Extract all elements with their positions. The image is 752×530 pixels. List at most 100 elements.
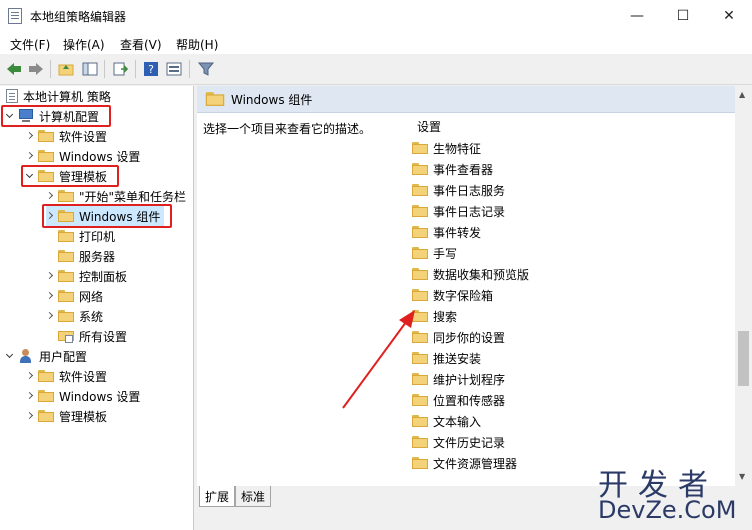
scroll-down-icon[interactable]: ▼: [739, 472, 745, 481]
menu-help[interactable]: 帮助(H): [176, 36, 218, 53]
folder-icon: [38, 390, 54, 402]
annotation-arrow: [342, 310, 415, 409]
folder-icon: [412, 142, 428, 154]
folder-icon: [412, 163, 428, 175]
user-icon: [18, 349, 34, 363]
list-item[interactable]: 文本输入: [412, 411, 481, 431]
tree-network[interactable]: 网络: [46, 286, 103, 306]
forward-arrow-icon[interactable]: [27, 60, 45, 78]
list-item[interactable]: 事件转发: [412, 222, 481, 242]
maximize-button[interactable]: ☐: [660, 0, 706, 32]
folder-icon: [38, 170, 54, 182]
folder-icon: [412, 205, 428, 217]
chevron-right-icon[interactable]: [46, 212, 54, 220]
folder-icon: [38, 150, 54, 162]
menu-file[interactable]: 文件(F): [10, 36, 50, 53]
computer-icon: [18, 109, 34, 123]
tree-user-software-settings[interactable]: 软件设置: [26, 366, 107, 386]
folder-icon: [412, 457, 428, 469]
tree-user-config[interactable]: 用户配置: [6, 346, 87, 366]
tree-user-admin-templates[interactable]: 管理模板: [26, 406, 107, 426]
chevron-right-icon[interactable]: [26, 392, 34, 400]
folder-icon: [58, 190, 74, 202]
tree-printers[interactable]: 打印机: [46, 226, 115, 246]
tree-start-menu[interactable]: "开始"菜单和任务栏: [46, 186, 186, 206]
vertical-scrollbar[interactable]: ▲ ▼: [735, 86, 752, 486]
tree-root[interactable]: 本地计算机 策略: [6, 86, 111, 106]
tree-control-panel[interactable]: 控制面板: [46, 266, 127, 286]
tab-standard[interactable]: 标准: [235, 486, 272, 507]
properties-icon[interactable]: [165, 60, 183, 78]
chevron-right-icon[interactable]: [26, 132, 34, 140]
description-text: 选择一个项目来查看它的描述。: [203, 122, 372, 136]
close-button[interactable]: ✕: [706, 0, 752, 32]
all-settings-icon: [58, 329, 74, 343]
column-header-settings[interactable]: 设置: [417, 118, 441, 135]
folder-icon: [58, 310, 74, 322]
chevron-right-icon[interactable]: [46, 272, 54, 280]
tree-servers[interactable]: 服务器: [46, 246, 115, 266]
chevron-down-icon[interactable]: [26, 172, 34, 180]
chevron-right-icon[interactable]: [26, 412, 34, 420]
tree-all-settings[interactable]: 所有设置: [46, 326, 127, 346]
chevron-down-icon[interactable]: [6, 352, 14, 360]
folder-icon: [412, 226, 428, 238]
list-item[interactable]: 手写: [412, 243, 457, 263]
list-item[interactable]: 数据收集和预览版: [412, 264, 529, 284]
filter-icon[interactable]: [197, 60, 215, 78]
list-item[interactable]: 事件日志服务: [412, 180, 505, 200]
list-item[interactable]: 文件历史记录: [412, 432, 505, 452]
folder-icon: [58, 290, 74, 302]
tree-windows-settings[interactable]: Windows 设置: [26, 146, 140, 166]
tab-extended[interactable]: 扩展: [199, 486, 236, 507]
folder-icon: [58, 270, 74, 282]
folder-icon: [38, 370, 54, 382]
back-arrow-icon[interactable]: [5, 60, 23, 78]
toolbar: ?: [0, 54, 752, 85]
folder-icon: [412, 247, 428, 259]
scroll-up-icon[interactable]: ▲: [739, 90, 745, 99]
tree-software-settings[interactable]: 软件设置: [26, 126, 107, 146]
scrollbar-thumb[interactable]: [738, 331, 749, 386]
list-item[interactable]: 事件日志记录: [412, 201, 505, 221]
policy-icon: [6, 89, 18, 103]
menu-view[interactable]: 查看(V): [120, 36, 162, 53]
folder-icon: [412, 436, 428, 448]
tree-windows-components[interactable]: Windows 组件: [46, 206, 165, 226]
chevron-right-icon[interactable]: [46, 192, 54, 200]
chevron-right-icon[interactable]: [26, 372, 34, 380]
list-item[interactable]: 文件资源管理器: [412, 453, 517, 473]
title-bar: 本地组策略编辑器 — ☐ ✕: [0, 0, 752, 32]
chevron-right-icon[interactable]: [26, 152, 34, 160]
list-item[interactable]: 生物特征: [412, 138, 481, 158]
minimize-button[interactable]: —: [614, 0, 660, 32]
tree-system[interactable]: 系统: [46, 306, 103, 326]
list-item[interactable]: 事件查看器: [412, 159, 493, 179]
menu-bar: 文件(F) 操作(A) 查看(V) 帮助(H): [0, 32, 752, 54]
show-hide-tree-icon[interactable]: [81, 60, 99, 78]
tree-user-windows-settings[interactable]: Windows 设置: [26, 386, 140, 406]
details-header-title: Windows 组件: [231, 92, 313, 107]
tree-computer-config[interactable]: 计算机配置: [6, 106, 99, 126]
watermark-en: DevZe.CoM: [598, 496, 737, 524]
export-list-icon[interactable]: [111, 60, 129, 78]
svg-text:?: ?: [148, 63, 154, 76]
chevron-right-icon[interactable]: [46, 292, 54, 300]
chevron-right-icon[interactable]: [46, 312, 54, 320]
list-item[interactable]: 数字保险箱: [412, 285, 493, 305]
up-folder-icon[interactable]: [57, 60, 75, 78]
folder-icon: [58, 250, 74, 262]
folder-icon: [412, 184, 428, 196]
chevron-down-icon[interactable]: [6, 112, 14, 120]
help-icon[interactable]: ?: [142, 60, 160, 78]
folder-icon: [205, 92, 225, 106]
tree-admin-templates[interactable]: 管理模板: [26, 166, 107, 186]
menu-action[interactable]: 操作(A): [63, 36, 105, 53]
details-pane: Windows 组件 选择一个项目来查看它的描述。 设置 生物特征 事件查看器 事件…: [197, 86, 752, 486]
folder-icon: [412, 289, 428, 301]
folder-icon: [58, 210, 74, 222]
tree-pane: 本地计算机 策略 计算机配置 软件设置 Windows 设置 管理模板 "开始"…: [0, 86, 194, 530]
folder-icon: [58, 230, 74, 242]
folder-icon: [38, 410, 54, 422]
details-header: Windows 组件: [197, 86, 752, 113]
